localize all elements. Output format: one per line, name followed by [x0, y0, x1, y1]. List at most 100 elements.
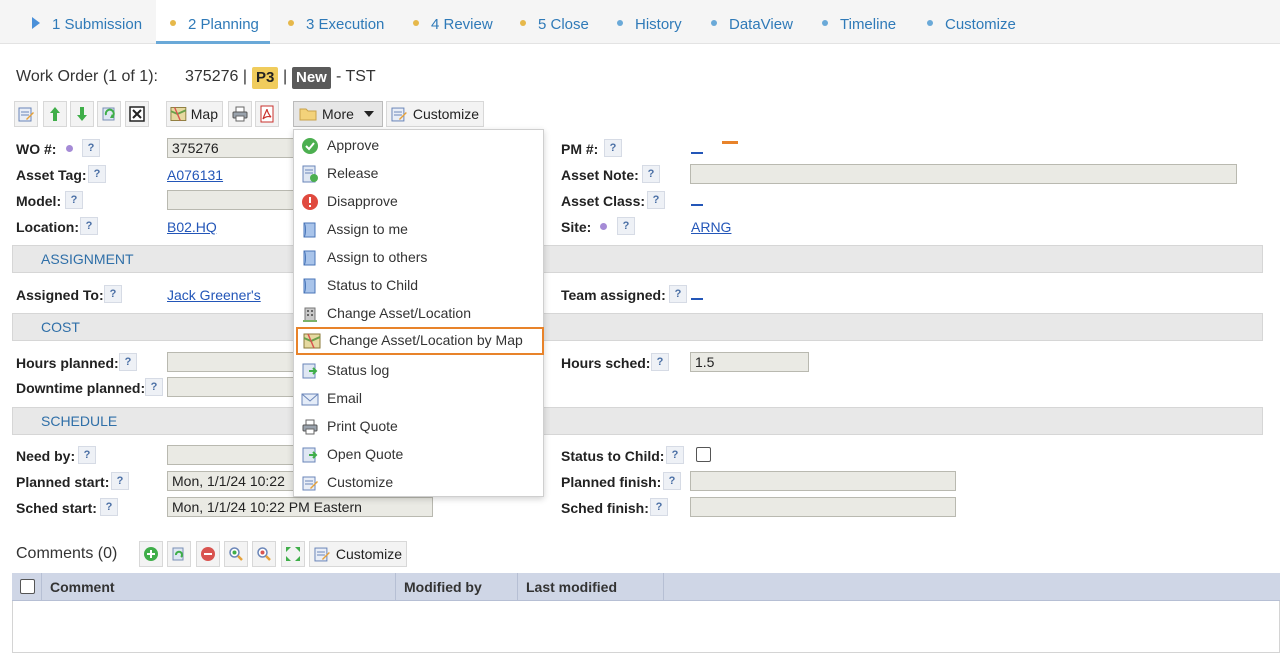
- column-header-last-modified[interactable]: Last modified: [518, 573, 664, 601]
- tab-customize[interactable]: Customize: [915, 0, 1025, 44]
- help-icon[interactable]: ?: [666, 446, 684, 464]
- tab-planning[interactable]: 2 Planning: [156, 0, 270, 44]
- team-assigned-link[interactable]: [691, 298, 703, 300]
- help-icon[interactable]: ?: [669, 285, 687, 303]
- zoom-in-button[interactable]: [224, 541, 248, 567]
- zoom-out-button[interactable]: [252, 541, 276, 567]
- pm-number-link[interactable]: [691, 152, 703, 154]
- menu-item-release[interactable]: Release: [294, 160, 543, 188]
- tab-timeline[interactable]: Timeline: [810, 0, 910, 44]
- column-header-comment[interactable]: Comment: [42, 573, 396, 601]
- select-all-checkbox[interactable]: [20, 579, 35, 594]
- hours-planned-field[interactable]: [167, 352, 297, 372]
- delete-button[interactable]: [125, 101, 149, 127]
- need-by-label: Need by:: [16, 448, 76, 464]
- menu-item-status-to-child[interactable]: Status to Child: [294, 272, 543, 300]
- model-field[interactable]: [167, 190, 297, 210]
- expand-button[interactable]: [281, 541, 305, 567]
- menu-item-status-log[interactable]: Status log: [294, 357, 543, 385]
- help-icon[interactable]: ?: [651, 353, 669, 371]
- menu-item-change-asset-location-by-map[interactable]: Change Asset/Location by Map: [296, 327, 544, 355]
- tab-history[interactable]: History: [605, 0, 695, 44]
- move-up-button[interactable]: [43, 101, 67, 127]
- menu-item-approve[interactable]: Approve: [294, 132, 543, 160]
- menu-item-customize[interactable]: Customize: [294, 469, 543, 497]
- wo-number-label: WO #:: [16, 141, 57, 157]
- menu-item-disapprove[interactable]: Disapprove: [294, 188, 543, 216]
- status-to-child-checkbox[interactable]: [696, 447, 711, 462]
- menu-item-assign-to-others[interactable]: Assign to others: [294, 244, 543, 272]
- sched-finish-field[interactable]: [690, 497, 956, 517]
- wo-number-field[interactable]: 375276: [167, 138, 297, 158]
- help-icon[interactable]: ?: [604, 139, 622, 157]
- menu-item-assign-to-me[interactable]: Assign to me: [294, 216, 543, 244]
- help-icon[interactable]: ?: [88, 165, 106, 183]
- help-icon[interactable]: ?: [80, 217, 98, 235]
- asset-class-link[interactable]: [691, 204, 703, 206]
- planned-finish-field[interactable]: [690, 471, 956, 491]
- help-icon[interactable]: ?: [663, 472, 681, 490]
- assigned-to-link[interactable]: Jack Greener's: [167, 287, 261, 303]
- column-header-modified-by[interactable]: Modified by: [396, 573, 518, 601]
- pdf-button[interactable]: [255, 101, 279, 127]
- assignment-section-header[interactable]: ASSIGNMENT: [12, 245, 1263, 273]
- planned-start-field[interactable]: Mon, 1/1/24 10:22: [167, 471, 297, 491]
- hours-planned-label: Hours planned:: [16, 355, 119, 371]
- hours-sched-field[interactable]: 1.5: [690, 352, 809, 372]
- site-link[interactable]: ARNG: [691, 219, 731, 235]
- tab-review[interactable]: 4 Review: [401, 0, 501, 44]
- asset-note-label: Asset Note:: [561, 167, 639, 183]
- pm-number-label: PM #:: [561, 141, 599, 157]
- help-icon[interactable]: ?: [119, 353, 137, 371]
- help-icon[interactable]: ?: [145, 378, 163, 396]
- remove-comment-button[interactable]: [196, 541, 220, 567]
- remove-circle-icon: [201, 547, 215, 561]
- print-button[interactable]: [228, 101, 252, 127]
- help-icon[interactable]: ?: [100, 498, 118, 516]
- help-icon[interactable]: ?: [647, 191, 665, 209]
- sched-start-field[interactable]: Mon, 1/1/24 10:22 PM Eastern: [167, 497, 433, 517]
- asset-note-field[interactable]: [690, 164, 1237, 184]
- help-icon[interactable]: ?: [78, 446, 96, 464]
- help-icon[interactable]: ?: [104, 285, 122, 303]
- refresh-icon: [172, 547, 184, 561]
- add-comment-button[interactable]: [139, 541, 163, 567]
- move-down-button[interactable]: [70, 101, 94, 127]
- schedule-section-header[interactable]: SCHEDULE: [12, 407, 1263, 435]
- map-button[interactable]: Map: [166, 101, 223, 127]
- help-icon[interactable]: ?: [642, 165, 660, 183]
- tab-submission[interactable]: 1 Submission: [14, 0, 154, 44]
- site-label: Site:: [561, 219, 592, 235]
- printer-icon: [302, 419, 318, 435]
- edit-button[interactable]: [14, 101, 38, 127]
- help-icon[interactable]: ?: [617, 217, 635, 235]
- more-dropdown-button[interactable]: More: [293, 101, 383, 127]
- help-icon[interactable]: ?: [65, 191, 83, 209]
- menu-item-change-asset-location[interactable]: Change Asset/Location: [294, 300, 543, 328]
- tab-execution[interactable]: 3 Execution: [276, 0, 394, 44]
- zoom-out-icon: [257, 547, 271, 561]
- select-all-column: [12, 573, 42, 601]
- help-icon[interactable]: ?: [650, 498, 668, 516]
- location-link[interactable]: B02.HQ: [167, 219, 217, 235]
- menu-item-email[interactable]: Email: [294, 385, 543, 413]
- menu-item-print-quote[interactable]: Print Quote: [294, 413, 543, 441]
- export-icon: [302, 363, 318, 379]
- cost-section-header[interactable]: COST: [12, 313, 1263, 341]
- menu-item-open-quote[interactable]: Open Quote: [294, 441, 543, 469]
- help-icon[interactable]: ?: [111, 472, 129, 490]
- map-icon: [303, 333, 321, 349]
- refresh-button[interactable]: [97, 101, 121, 127]
- tab-dataview[interactable]: DataView: [699, 0, 809, 44]
- tab-close[interactable]: 5 Close: [508, 0, 598, 44]
- need-by-field[interactable]: [167, 445, 297, 465]
- title-separator: |: [283, 68, 288, 85]
- export-icon: [302, 447, 318, 463]
- help-icon[interactable]: ?: [82, 139, 100, 157]
- edit-comment-button[interactable]: [167, 541, 191, 567]
- customize-toolbar-button[interactable]: Customize: [386, 101, 484, 127]
- asset-tag-link[interactable]: A076131: [167, 167, 223, 183]
- dot-icon: [413, 20, 419, 27]
- customize-comments-button[interactable]: Customize: [309, 541, 407, 567]
- downtime-planned-field[interactable]: [167, 377, 297, 397]
